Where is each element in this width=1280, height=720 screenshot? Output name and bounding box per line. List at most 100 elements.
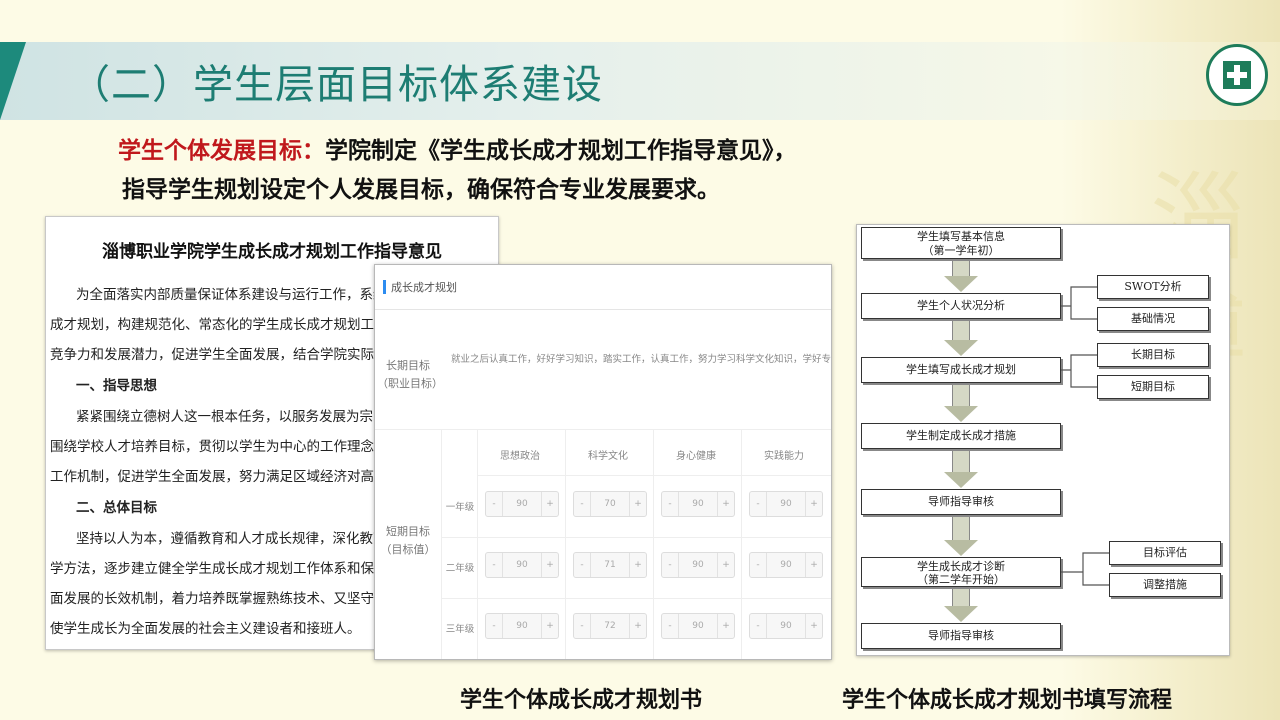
document-line: 竞争力和发展潜力，促进学生全面发展，结合学院实际，制 (50, 347, 401, 363)
score-stepper[interactable]: -90 + (485, 552, 559, 578)
row-header: 一年级 (445, 502, 475, 513)
score-value[interactable]: 90 (502, 492, 542, 516)
page-title: （二）学生层面目标体系建设 (70, 62, 603, 108)
decrement-button[interactable]: - (574, 614, 591, 638)
growth-plan-form: 成长成才规划 长期目标（职业目标） 就业之后认真工作，好好学习知识，踏实工作，认… (374, 264, 832, 660)
short-term-label: 短期目标（目标值） (380, 525, 436, 556)
decrement-button[interactable]: - (486, 614, 503, 638)
flow-step-subtext: （第二学年开始） (917, 573, 1005, 586)
form-header: 成长成才规划 (375, 265, 831, 310)
flow-step-subtext: （第一学年初） (922, 244, 1000, 257)
column-header: 实践能力 (764, 451, 804, 462)
increment-button[interactable]: + (541, 553, 558, 577)
score-value[interactable]: 90 (678, 492, 718, 516)
score-value[interactable]: 90 (766, 614, 806, 638)
flow-evaluate: 目标评估 (1109, 541, 1221, 565)
headline-text: 学院制定《学生成长成才规划工作指导意见》， (325, 138, 797, 164)
flow-step-review: 导师指导审核 (861, 489, 1061, 515)
increment-button[interactable]: + (629, 492, 646, 516)
flow-step-diagnosis: 学生成长成才诊断 （第二学年开始） (861, 557, 1061, 587)
decrement-button[interactable]: - (662, 614, 679, 638)
flow-step-text: 学生成长成才诊断 (917, 560, 1005, 573)
document-title: 淄博职业学院学生成长成才规划工作指导意见 (102, 242, 442, 262)
score-stepper[interactable]: -72 + (573, 613, 647, 639)
score-value[interactable]: 90 (766, 492, 806, 516)
flow-step-analysis: 学生个人状况分析 (861, 293, 1061, 319)
column-header: 思想政治 (500, 451, 540, 462)
flowchart: 学生填写基本信息 （第一学年初） 学生个人状况分析 SWOT分析 基础情况 学生… (856, 224, 1230, 656)
increment-button[interactable]: + (805, 492, 822, 516)
score-value[interactable]: 90 (502, 553, 542, 577)
increment-button[interactable]: + (629, 614, 646, 638)
increment-button[interactable]: + (629, 553, 646, 577)
row-header: 二年级 (445, 563, 475, 574)
decrement-button[interactable]: - (486, 492, 503, 516)
flow-step-plan: 学生填写成长成才规划 (861, 357, 1061, 383)
flow-swot: SWOT分析 (1097, 275, 1209, 299)
score-stepper[interactable]: -90 + (749, 552, 823, 578)
increment-button[interactable]: + (805, 614, 822, 638)
score-value[interactable]: 90 (678, 614, 718, 638)
score-stepper[interactable]: -70 + (573, 491, 647, 517)
row-header: 三年级 (445, 624, 475, 635)
flow-step-basic-info: 学生填写基本信息 （第一学年初） (861, 227, 1061, 259)
score-value[interactable]: 90 (766, 553, 806, 577)
score-stepper[interactable]: -90 + (485, 613, 559, 639)
score-stepper[interactable]: -90 + (749, 613, 823, 639)
title-accent (0, 42, 26, 120)
headline: 学生个体发展目标：学院制定《学生成长成才规划工作指导意见》， (118, 134, 797, 168)
score-stepper[interactable]: -90 + (661, 491, 735, 517)
increment-button[interactable]: + (541, 614, 558, 638)
document-line: 紧紧围绕立德树人这一根本任务，以服务发展为宗旨， (76, 409, 400, 425)
increment-button[interactable]: + (717, 553, 734, 577)
decrement-button[interactable]: - (574, 492, 591, 516)
flow-step-text: 学生填写基本信息 (917, 230, 1005, 243)
decrement-button[interactable]: - (750, 492, 767, 516)
document-line: 面发展的长效机制，着力培养既掌握熟练技术、又坚守职业 (50, 591, 401, 607)
flow-step-measures: 学生制定成长成才措施 (861, 423, 1061, 449)
document-line: 工作机制，促进学生全面发展，努力满足区域经济对高职人 (50, 469, 401, 485)
score-stepper[interactable]: -90 + (749, 491, 823, 517)
increment-button[interactable]: + (805, 553, 822, 577)
document-line: 围绕学校人才培养目标，贯彻以学生为中心的工作理念，构 (50, 439, 401, 455)
score-stepper[interactable]: -90 + (485, 491, 559, 517)
score-value[interactable]: 70 (590, 492, 630, 516)
flow-adjust: 调整措施 (1109, 573, 1221, 597)
document-line: 坚持以人为本，遵循教育和人才成长规律，深化教育教 (76, 531, 400, 547)
school-logo (1206, 44, 1268, 106)
document-line: 学方法，逐步建立健全学生成长成才规划工作体系和保障措 (50, 561, 401, 577)
flow-basic: 基础情况 (1097, 307, 1209, 331)
score-stepper[interactable]: -71 + (573, 552, 647, 578)
form-header-title: 成长成才规划 (391, 281, 457, 294)
decrement-button[interactable]: - (486, 553, 503, 577)
document-heading: 二、总体目标 (76, 500, 157, 516)
long-term-label: 长期目标（职业目标） (377, 359, 443, 390)
decrement-button[interactable]: - (750, 553, 767, 577)
score-value[interactable]: 72 (590, 614, 630, 638)
increment-button[interactable]: + (541, 492, 558, 516)
decrement-button[interactable]: - (662, 553, 679, 577)
score-stepper[interactable]: -90 + (661, 613, 735, 639)
document-line: 使学生成长为全面发展的社会主义建设者和接班人。 (50, 621, 361, 637)
decrement-button[interactable]: - (750, 614, 767, 638)
column-header: 科学文化 (588, 451, 628, 462)
decrement-button[interactable]: - (574, 553, 591, 577)
score-value[interactable]: 90 (678, 553, 718, 577)
decrement-button[interactable]: - (662, 492, 679, 516)
score-value[interactable]: 90 (502, 614, 542, 638)
flow-step-final-review: 导师指导审核 (861, 623, 1061, 649)
document-heading: 一、指导思想 (76, 378, 157, 394)
headline-highlight: 学生个体发展目标： (118, 138, 325, 164)
long-term-goal-text[interactable]: 就业之后认真工作，好好学习知识，踏实工作，认真工作，努力学习科学文化知识，学好专… (451, 351, 831, 365)
document-line: 成才规划，构建规范化、常态化的学生成长成才规划工作体 (50, 317, 401, 333)
headline-line2: 指导学生规划设定个人发展目标，确保符合专业发展要求。 (122, 177, 720, 203)
score-stepper[interactable]: -90 + (661, 552, 735, 578)
increment-button[interactable]: + (717, 492, 734, 516)
column-header: 身心健康 (676, 451, 716, 462)
document-line: 为全面落实内部质量保证体系建设与运行工作，系统推 (76, 287, 400, 303)
caption-plan-book: 学生个体成长成才规划书 (460, 688, 703, 713)
score-value[interactable]: 71 (590, 553, 630, 577)
increment-button[interactable]: + (717, 614, 734, 638)
flow-long-goal: 长期目标 (1097, 343, 1209, 367)
flow-short-goal: 短期目标 (1097, 375, 1209, 399)
